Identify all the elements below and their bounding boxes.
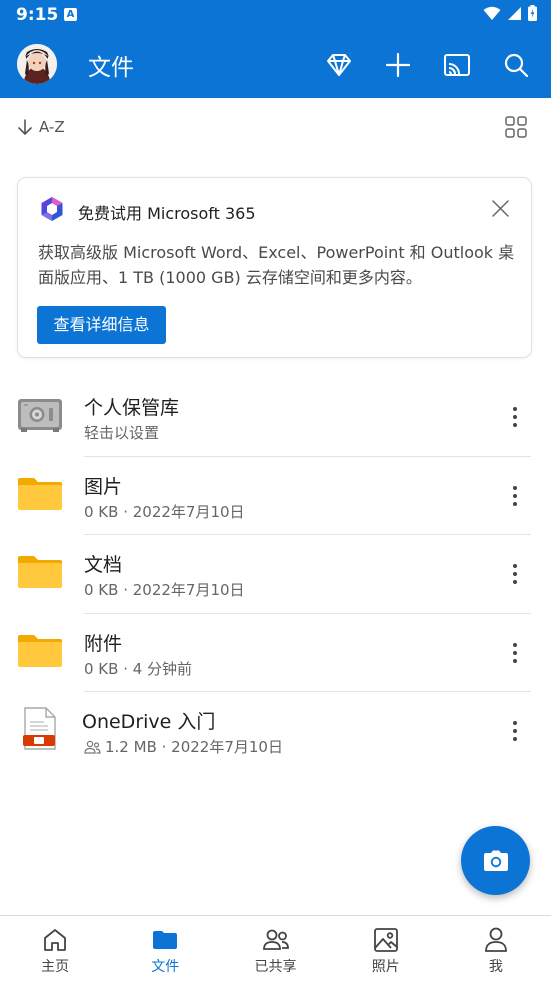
avatar-image: [17, 44, 57, 84]
signal-icon: [508, 6, 521, 20]
more-options-button[interactable]: [503, 402, 527, 432]
page-title: 文件: [88, 55, 134, 81]
promo-title: 免费试用 Microsoft 365: [78, 204, 256, 223]
folder-icon: [17, 633, 63, 673]
more-options-button[interactable]: [503, 559, 527, 589]
nav-label: 已共享: [254, 959, 297, 975]
file-meta-text: 1.2 MB · 2022年7月10日: [105, 738, 283, 756]
add-icon: [386, 53, 410, 77]
search-button[interactable]: [501, 50, 531, 80]
nav-item-shared[interactable]: 已共享: [220, 916, 330, 983]
camera-icon: [483, 850, 508, 871]
file-meta: 轻击以设置: [84, 422, 159, 443]
file-name: 文档: [84, 554, 123, 576]
more-options-button[interactable]: [503, 481, 527, 511]
list-item[interactable]: 图片 0 KB · 2022年7月10日: [0, 457, 551, 535]
sort-row: A-Z: [0, 112, 551, 144]
list-item[interactable]: OneDrive 入门 1.2 MB · 2022年7月10日: [0, 692, 551, 771]
cast-icon: [444, 54, 470, 76]
file-name: 图片: [84, 475, 123, 498]
premium-button[interactable]: [324, 50, 354, 80]
file-meta-text: 轻击以设置: [84, 424, 160, 442]
nav-item-home[interactable]: 主页: [0, 916, 110, 983]
add-button[interactable]: [383, 50, 413, 80]
files-folder-icon: [153, 931, 178, 949]
more-options-button[interactable]: [503, 638, 527, 668]
file-name: 附件: [84, 632, 123, 655]
folder-icon: [17, 476, 63, 516]
vault-icon: [17, 397, 63, 437]
me-person-icon: [485, 927, 507, 952]
learn-more-button[interactable]: 查看详细信息: [37, 306, 166, 344]
file-name: 个人保管库: [84, 397, 180, 419]
file-name: OneDrive 入门: [82, 711, 216, 733]
nav-item-me[interactable]: 我: [441, 916, 551, 983]
battery-icon: [528, 5, 537, 21]
nav-item-photos[interactable]: 照片: [331, 916, 441, 983]
shared-icon: [84, 740, 101, 754]
view-toggle-button[interactable]: [505, 116, 527, 142]
nav-label: 主页: [41, 959, 70, 975]
more-options-button[interactable]: [503, 716, 527, 746]
status-time: 9:15: [16, 5, 59, 25]
cast-button[interactable]: [442, 50, 472, 80]
status-bar: 9:15 A: [0, 0, 551, 32]
bottom-navigation: 主页 文件 已共享 照片 我: [0, 915, 551, 983]
list-item[interactable]: 个人保管库 轻击以设置: [0, 378, 551, 457]
file-meta: 0 KB · 2022年7月10日: [84, 501, 245, 522]
nav-label: 我: [488, 959, 503, 975]
file-list: 个人保管库 轻击以设置 图片 0 KB · 2022年7月10日 文档 0 KB…: [0, 378, 551, 771]
microsoft-365-logo-icon: [39, 196, 65, 226]
search-icon: [504, 53, 528, 77]
promo-description: 获取高级版 Microsoft Word、Excel、PowerPoint 和 …: [38, 243, 515, 287]
promo-close-button[interactable]: [492, 200, 509, 221]
wifi-icon: [483, 6, 501, 20]
nav-label: 文件: [151, 959, 180, 975]
file-meta-text: 0 KB · 2022年7月10日: [84, 581, 245, 599]
premium-diamond-icon: [327, 54, 351, 76]
sort-button[interactable]: A-Z: [18, 118, 65, 136]
close-icon: [492, 200, 509, 217]
shared-people-icon: [262, 929, 289, 950]
avatar[interactable]: [17, 44, 57, 84]
nav-item-files[interactable]: 文件: [110, 916, 220, 983]
status-icons: [483, 5, 537, 21]
nav-label: 照片: [371, 959, 400, 975]
grid-view-icon: [505, 116, 527, 138]
notification-a-icon: A: [64, 8, 77, 21]
file-meta: 1.2 MB · 2022年7月10日: [84, 736, 283, 757]
file-meta-text: 0 KB · 4 分钟前: [84, 659, 193, 678]
arrow-down-icon: [18, 119, 32, 135]
camera-scan-button[interactable]: [461, 826, 530, 895]
file-meta-text: 0 KB · 2022年7月10日: [84, 502, 245, 521]
sort-label: A-Z: [39, 118, 65, 136]
photo-icon: [373, 928, 398, 952]
home-icon: [44, 929, 66, 951]
app-bar: 文件: [0, 32, 551, 98]
list-item[interactable]: 文档 0 KB · 2022年7月10日: [0, 535, 551, 614]
file-meta: 0 KB · 4 分钟前: [84, 658, 192, 679]
folder-icon: [17, 554, 63, 594]
app-bar-actions: [324, 50, 531, 80]
m365-promo-card: 免费试用 Microsoft 365 获取高级版 Microsoft Word、…: [17, 177, 532, 358]
list-item[interactable]: 附件 0 KB · 4 分钟前: [0, 614, 551, 692]
pdf-file-icon: [22, 707, 58, 755]
file-meta: 0 KB · 2022年7月10日: [84, 579, 245, 600]
